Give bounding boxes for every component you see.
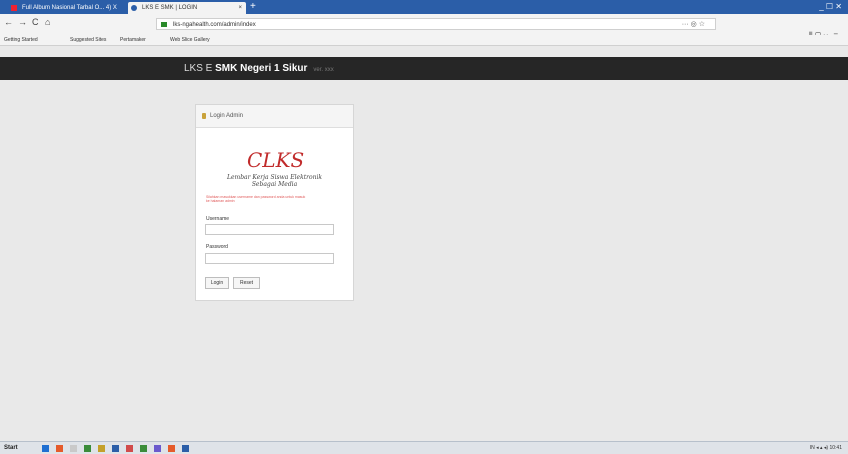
tab-music-label: Full Album Nasional Tarbal O... 4) X [22,5,117,11]
reset-button[interactable]: Reset [233,277,260,289]
app2-icon[interactable] [154,445,161,452]
tagline-line1: Lembar Kerja Siswa Elektronik [226,174,323,181]
reload-icon[interactable]: C [32,17,39,27]
brand[interactable]: LKS E SMK Negeri 1 Sikur ver. xxx [184,57,334,82]
forward-icon[interactable]: → [18,17,27,27]
word-icon[interactable] [112,445,119,452]
new-tab-button[interactable]: + [250,1,256,13]
site-header: LKS E SMK Negeri 1 Sikur ver. xxx [0,57,848,80]
close-tab-icon[interactable]: × [238,2,242,14]
globe-icon [131,5,137,11]
warning-text: Silahkan masukkan username dan password … [206,195,306,203]
browser-titlebar: Full Album Nasional Tarbal O... 4) X LKS… [0,0,848,14]
folder-icon[interactable] [70,445,77,452]
password-label: Password [206,244,228,250]
bookmark-suggested-sites[interactable]: Suggested Sites [70,35,106,45]
firefox-icon[interactable] [56,445,63,452]
key-icon [202,113,206,119]
brand-name: SMK Negeri 1 Sikur [215,63,308,74]
login-button[interactable]: Login [205,277,229,289]
panel-heading: Login Admin [196,105,353,128]
tab-login-label: LKS E SMK | LOGIN [142,5,198,11]
logo-text: CLKS [247,148,304,172]
app-icon[interactable] [126,445,133,452]
back-icon[interactable]: ← [4,17,13,27]
tagline-line2: Sebagai Media [251,181,298,188]
media-icon[interactable] [84,445,91,452]
login-panel: Login Admin CLKS Lembar Kerja Siswa Elek… [195,104,354,301]
app3-icon[interactable] [168,445,175,452]
app4-icon[interactable] [182,445,189,452]
bookmark-getting-started[interactable]: Getting Started [4,35,38,45]
home-icon[interactable]: ⌂ [45,17,50,27]
password-input[interactable] [205,253,334,264]
bookmark-web-slice[interactable]: Web Slice Gallery [170,35,210,45]
ie-icon[interactable] [42,445,49,452]
url-actions[interactable]: ··· ◎ ☆ [682,19,705,31]
username-label: Username [206,216,230,222]
office-icon[interactable] [98,445,105,452]
tab-login[interactable]: LKS E SMK | LOGIN × [128,2,246,14]
taskbar: Start IN ◂ ▴ ◂) 10:41 [0,441,848,454]
lock-icon [161,22,167,27]
excel-icon[interactable] [140,445,147,452]
username-input[interactable] [205,224,334,235]
bookmark-pertamaker[interactable]: Pertamaker [120,35,146,45]
bookmarks-bar: Getting Started Suggested Sites Pertamak… [0,35,848,46]
login-heading: Login Admin [210,113,244,119]
tab-music[interactable]: Full Album Nasional Tarbal O... 4) X [8,2,126,14]
address-bar[interactable]: lks-ngahealth.com/admin/index ··· ◎ ☆ [156,18,716,30]
youtube-icon [11,5,17,11]
start-button[interactable]: Start [4,442,18,454]
version-label: ver. xxx [313,67,334,73]
window-controls[interactable]: _ ☐ ✕ [819,0,842,14]
brand-prefix: LKS E [184,63,216,74]
logo: CLKS [247,148,304,172]
url-text: lks-ngahealth.com/admin/index [173,22,256,28]
system-tray[interactable]: IN ◂ ▴ ◂) 10:41 [810,442,842,454]
